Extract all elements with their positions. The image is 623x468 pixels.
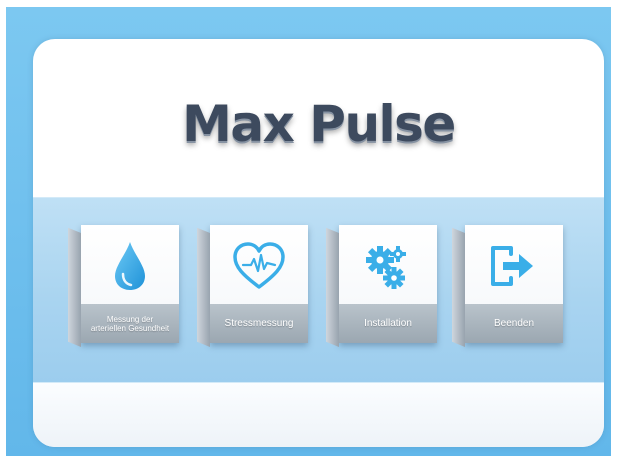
gears-icon	[339, 235, 437, 297]
menu-tile-arterial-health[interactable]: Messung der arteriellen Gesundheit	[81, 225, 179, 343]
menu-tile-exit[interactable]: Beenden	[465, 225, 563, 343]
menu-tile-label-bar: Installation	[339, 304, 437, 343]
menu-tile-label-bar: Beenden	[465, 304, 563, 343]
exit-icon	[465, 235, 563, 297]
heart-pulse-icon	[210, 235, 308, 297]
menu-tile-stress-measurement[interactable]: Stressmessung	[210, 225, 308, 343]
menu-tile-label-bar: Messung der arteriellen Gesundheit	[81, 304, 179, 343]
menu-tile-label-bar: Stressmessung	[210, 304, 308, 343]
menu-tiles: Messung der arteriellen Gesundheit Stres…	[33, 39, 604, 447]
menu-tile-label: Stressmessung	[224, 318, 294, 329]
menu-tile-label: Installation	[364, 318, 412, 329]
menu-tile-label: Messung der arteriellen Gesundheit	[90, 314, 170, 333]
menu-tile-label: Beenden	[493, 318, 535, 329]
menu-tile-installation[interactable]: Installation	[339, 225, 437, 343]
water-drop-icon	[81, 235, 179, 297]
